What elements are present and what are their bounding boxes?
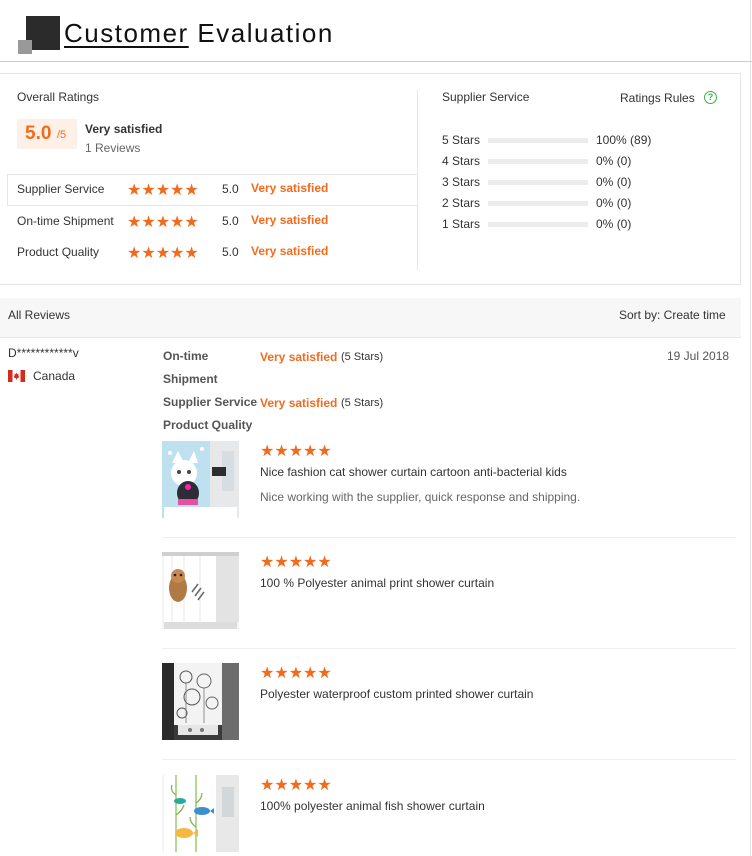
distribution-row-1-stars: 1 Stars 0% (0) [442, 217, 732, 233]
distribution-bar [488, 159, 588, 164]
dimension-verdict: Very satisfied [251, 213, 329, 227]
item-star-rating-icons: ★★★★★ [260, 777, 332, 794]
item-title[interactable]: Polyester waterproof custom printed show… [260, 687, 533, 701]
dimension-verdict: Very satisfied [251, 181, 329, 195]
help-icon[interactable]: ? [704, 91, 717, 104]
ratings-rules-link[interactable]: Ratings Rules [620, 91, 695, 105]
product-thumbnail-cat-curtain[interactable] [162, 441, 239, 518]
header-logo-mark [18, 16, 60, 54]
overall-verdict: Very satisfied [85, 122, 163, 136]
distribution-row-5-stars: 5 Stars 100% (89) [442, 133, 732, 149]
item-title[interactable]: 100% polyester animal fish shower curtai… [260, 799, 485, 813]
distribution-percent: 0% (0) [596, 175, 632, 189]
reviewer-name: D************v [8, 346, 79, 360]
item-star-rating-icons: ★★★★★ [260, 554, 332, 571]
review-item: ★★★★★ Nice fashion cat shower curtain ca… [162, 441, 736, 541]
distribution-percent: 0% (0) [596, 196, 632, 210]
dimension-label: On-time Shipment [17, 214, 114, 228]
distribution-bar [488, 138, 588, 143]
dimension-score: 5.0 [222, 245, 239, 259]
product-thumbnail-floral-curtain[interactable] [162, 663, 239, 740]
supplier-service-label: Supplier Service [442, 90, 530, 104]
canada-flag-icon [8, 370, 25, 382]
dimension-label: Product Quality [17, 245, 100, 259]
overall-score-badge: 5.0 /5 [17, 119, 77, 149]
ontime-shipment-verdict: Very satisfied [260, 350, 338, 364]
ontime-shipment-stars-text: (5 Stars) [341, 351, 384, 363]
distribution-bar [488, 180, 588, 185]
distribution-label: 5 Stars [442, 133, 481, 147]
all-reviews-title: All Reviews [8, 308, 71, 322]
page-title: Customer Evaluation [64, 18, 334, 48]
reviewer-country: Canada [33, 369, 76, 383]
distribution-bar [488, 201, 588, 206]
overall-reviews-count: 1 Reviews [85, 141, 141, 155]
product-thumbnail-fish-curtain[interactable] [162, 775, 239, 852]
distribution-percent: 0% (0) [596, 154, 632, 168]
item-star-rating-icons: ★★★★★ [260, 665, 332, 682]
dimension-score: 5.0 [222, 214, 239, 228]
supplier-service-label-review: Supplier Service [163, 395, 258, 409]
dimension-label: Supplier Service [17, 182, 105, 196]
item-divider [162, 648, 736, 649]
review-item: ★★★★★ 100 % Polyester animal print showe… [162, 552, 736, 652]
item-divider [162, 537, 736, 538]
dimension-row-ontime-shipment: On-time Shipment ★★★★★ 5.0 Very satisfie… [17, 212, 417, 232]
dimension-row-product-quality: Product Quality ★★★★★ 5.0 Very satisfied [17, 243, 417, 263]
ontime-shipment-label-line1: On-time [163, 349, 209, 363]
star-rating-icons: ★★★★★ [127, 245, 199, 262]
distribution-row-2-stars: 2 Stars 0% (0) [442, 196, 732, 212]
dimension-row-supplier-service: Supplier Service ★★★★★ 5.0 Very satisfie… [17, 180, 417, 200]
ratings-panel: Overall Ratings 5.0 /5 Very satisfied 1 … [0, 73, 741, 285]
review-date: 19 Jul 2018 [667, 349, 730, 363]
supplier-service-verdict: Very satisfied [260, 396, 338, 410]
distribution-label: 2 Stars [442, 196, 481, 210]
supplier-service-stars-text: (5 Stars) [341, 397, 384, 409]
star-rating-icons: ★★★★★ [127, 182, 199, 199]
sort-by-control[interactable]: Sort by: Create time [619, 308, 726, 322]
overall-score-max: /5 [57, 129, 67, 141]
item-star-rating-icons: ★★★★★ [260, 443, 332, 460]
distribution-bar-fill [488, 138, 588, 143]
item-divider [162, 759, 736, 760]
panel-divider [417, 90, 418, 270]
distribution-label: 3 Stars [442, 175, 481, 189]
dimension-score: 5.0 [222, 182, 239, 196]
item-comment: Nice working with the supplier, quick re… [260, 490, 581, 504]
ontime-shipment-label-line2: Shipment [163, 372, 218, 386]
dimension-verdict: Very satisfied [251, 244, 329, 258]
review-item: ★★★★★ Polyester waterproof custom printe… [162, 663, 736, 763]
all-reviews-bar: All Reviews Sort by: Create time [0, 298, 741, 338]
distribution-percent: 100% (89) [596, 133, 652, 147]
review-item: ★★★★★ 100% polyester animal fish shower … [162, 775, 736, 856]
section-header: Customer Evaluation [0, 0, 752, 62]
star-rating-icons: ★★★★★ [127, 214, 199, 231]
product-thumbnail-animal-curtain[interactable] [162, 552, 239, 629]
distribution-bar [488, 222, 588, 227]
item-title[interactable]: 100 % Polyester animal print shower curt… [260, 576, 494, 590]
overall-score: 5.0 [25, 123, 52, 144]
distribution-row-4-stars: 4 Stars 0% (0) [442, 154, 732, 170]
distribution-label: 4 Stars [442, 154, 481, 168]
item-title[interactable]: Nice fashion cat shower curtain cartoon … [260, 465, 567, 479]
distribution-row-3-stars: 3 Stars 0% (0) [442, 175, 732, 191]
distribution-label: 1 Stars [442, 217, 481, 231]
distribution-percent: 0% (0) [596, 217, 632, 231]
product-quality-label-review: Product Quality [163, 418, 253, 432]
overall-ratings-label: Overall Ratings [17, 90, 100, 104]
